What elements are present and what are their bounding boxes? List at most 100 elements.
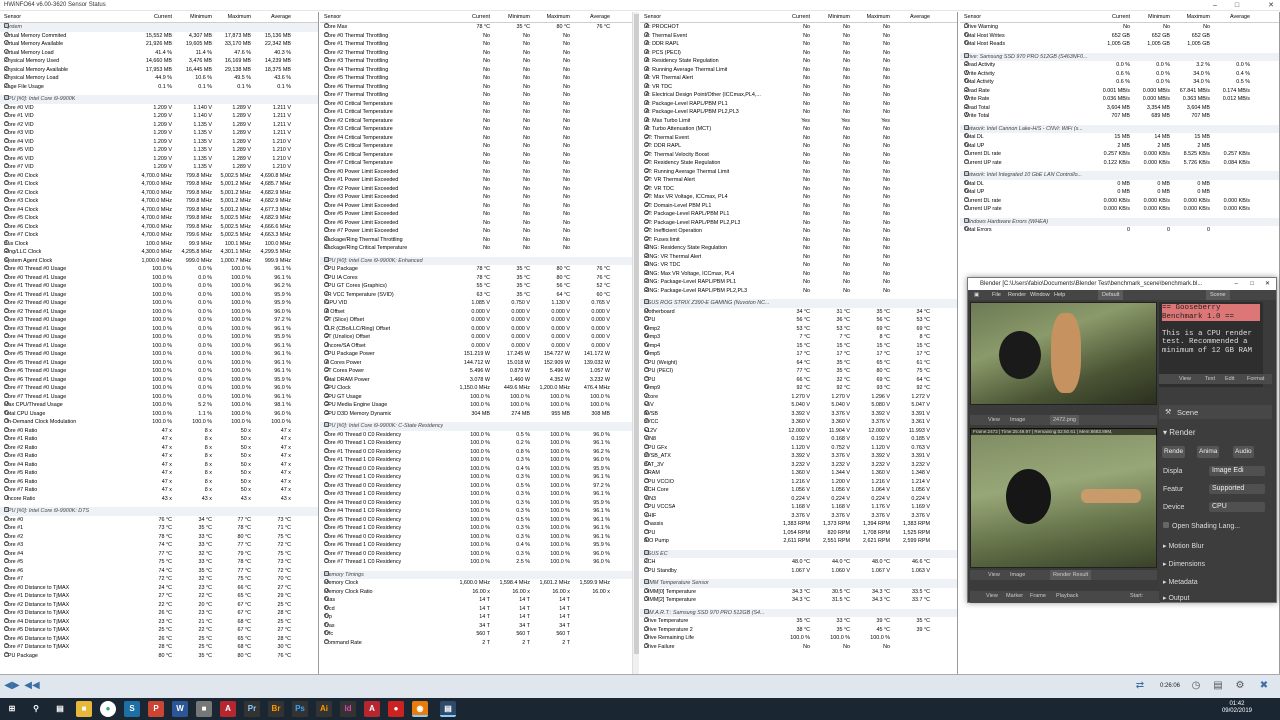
sensor-row[interactable]: Total CPU Usage 100.0 % 1.1 % 100.0 % 96.0 %: [0, 409, 318, 419]
sensor-row[interactable]: Trcd 14 T 14 T 14 T: [320, 604, 638, 614]
header-minimum[interactable]: Minimum: [810, 14, 850, 20]
sensor-row[interactable]: Core #7 Critical Temperature No No No: [320, 159, 638, 168]
sensor-row[interactable]: Core #0 Critical Temperature No No No: [320, 99, 638, 109]
sensor-row[interactable]: Core #3 Thermal Throttling No No No: [320, 57, 638, 66]
header-maximum[interactable]: Maximum: [1170, 14, 1210, 20]
sensor-row[interactable]: Core #4 Thread 0 C0 Residency 100.0 % 0.3 …: [320, 498, 638, 508]
header-average[interactable]: Average: [570, 14, 610, 20]
sensor-row[interactable]: Write Activity 0.6 % 0.0 % 34.0 % 0.4 %: [960, 69, 1279, 79]
header-maximum[interactable]: Maximum: [850, 14, 890, 20]
header-sensor[interactable]: Sensor: [324, 14, 341, 20]
sensor-row[interactable]: Uncore Ratio 43 x 43 x 43 x 43 x: [0, 494, 318, 504]
sensor-row[interactable]: Total DL 15 MB 14 MB 15 MB: [960, 133, 1279, 142]
sensor-group-header[interactable]: S.M.A.R.T.: Samsung SSD 970 PRO 512GB (S…: [640, 608, 957, 617]
header-current[interactable]: Current: [1090, 14, 1130, 20]
sensor-row[interactable]: Virtual Memory Commited 15,552 MB 4,307 MB…: [0, 31, 318, 41]
sensor-row[interactable]: Core #7 Clock 4,700.0 MHz 799.6 MHz 5,002.5…: [0, 231, 318, 240]
menu-file[interactable]: File: [992, 290, 1001, 300]
sensor-row[interactable]: Core #1 Critical Temperature No No No: [320, 108, 638, 117]
sensor-row[interactable]: GT: Thermal Event No No No: [640, 133, 957, 143]
sensor-row[interactable]: CPU 1,054 RPM 820 RPM 1,708 RPM 1,525 RPM: [640, 528, 957, 538]
sensor-row[interactable]: RING: Package-Level RAPL/PBM PL1 No No No: [640, 278, 957, 287]
blender-info-icon[interactable]: ▣: [974, 290, 979, 300]
sensor-row[interactable]: iGPU VID 1.085 V 0.750 V 1.130 V 0.765 V: [320, 299, 638, 308]
sensor-row[interactable]: Core #1 Distance to TjMAX 27 °C 22 °C 65 °C…: [0, 592, 318, 601]
sensor-row[interactable]: Core #3 Critical Temperature No No No: [320, 125, 638, 134]
sensor-row[interactable]: Drive Failure No No No: [640, 642, 957, 652]
indesign-icon[interactable]: Id: [340, 701, 356, 717]
sensor-row[interactable]: Current UP rate 0.000 KB/s 0.000 KB/s 0.000…: [960, 205, 1279, 214]
sensor-row[interactable]: Core #1 Thread 0 C0 Residency 100.0 % 0.8 …: [320, 447, 638, 457]
sensor-row[interactable]: Memory Clock Ratio 16.00 x 16.00 x 16.00 x1…: [320, 587, 638, 597]
sensor-row[interactable]: Core #1 Thread 1 C0 Residency 100.0 % 0.3 …: [320, 456, 638, 465]
column-header[interactable]: Sensor Current Minimum Maximum Average: [0, 12, 318, 23]
timeline-playback-menu[interactable]: Playback: [1056, 591, 1078, 601]
sensor-group-header[interactable]: Network: Intel Cannon Lake-H/S - CNVi: W…: [960, 124, 1279, 133]
sensor-row[interactable]: Core #5 Ratio 47 x8 x 50 x 47 x: [0, 469, 318, 478]
sensor-row[interactable]: Core #4 Thermal Throttling No No No: [320, 65, 638, 75]
sensor-group-header[interactable]: Windows Hardware Errors (WHEA): [960, 217, 1279, 226]
sensor-row[interactable]: Physical Memory Used 14,660 MB 3,476 MB 16,…: [0, 57, 318, 66]
column-header[interactable]: Sensor Current Minimum Maximum Average: [320, 12, 638, 23]
sensor-row[interactable]: Tras 34 T 34 T 34 T: [320, 621, 638, 631]
sensor-row[interactable]: Core #5 Clock 4,700.0 MHz 799.8 MHz 5,002.5…: [0, 214, 318, 223]
sensor-row[interactable]: CLR (CBo/LLC/Ring) Offset 0.000 V 0.000 V0…: [320, 324, 638, 334]
sensor-group-header[interactable]: ASUS EC: [640, 549, 957, 558]
sensor-row[interactable]: IA: VR Thermal Alert No No No: [640, 74, 957, 83]
search-icon[interactable]: ⚲: [28, 701, 44, 717]
header-maximum[interactable]: Maximum: [211, 14, 251, 20]
column-header[interactable]: Sensor Current Minimum Maximum Average: [640, 12, 957, 23]
sensor-row[interactable]: Trp 14 T 14 T 14 T: [320, 613, 638, 622]
sensor-row[interactable]: Core #5 Thread 1 C0 Residency 100.0 % 0.3 …: [320, 524, 638, 533]
sensor-row[interactable]: Total Errors 0 0 0: [960, 226, 1279, 235]
image-name-field[interactable]: 2472.png: [1050, 415, 1079, 425]
header-maximum[interactable]: Maximum: [530, 14, 570, 20]
device-select[interactable]: CPU: [1209, 502, 1265, 512]
header-average[interactable]: Average: [890, 14, 930, 20]
sensor-row[interactable]: Core #5 Thread #0 Usage 100.0 % 0.0 % 100.0…: [0, 350, 318, 359]
scrollbar-thumb[interactable]: [634, 14, 639, 654]
sensor-row[interactable]: IA: Package-Level RAPL/PBM PL1 No No No: [640, 99, 957, 109]
sensor-row[interactable]: GT: Running Average Thermal Limit No No No: [640, 167, 957, 177]
sensor-row[interactable]: RING: Package-Level RAPL/PBM PL2,PL3 No No…: [640, 286, 957, 296]
sensor-row[interactable]: IA: DDR RAPL No No No: [640, 40, 957, 49]
clock-icon[interactable]: ◷: [1188, 680, 1204, 692]
sensor-row[interactable]: Core #3 Distance to TjMAX 26 °C 23 °C 67 °C…: [0, 609, 318, 618]
sensor-row[interactable]: Total Host Writes 652 GB 652 GB 652 GB: [960, 31, 1279, 41]
sensor-row[interactable]: Core #6 Thread 1 C0 Residency 100.0 % 0.4 …: [320, 541, 638, 550]
sensor-row[interactable]: CPU Package Power 151.219 W 17.245 W 154.72…: [320, 350, 638, 359]
sensor-row[interactable]: Core #4 Critical Temperature No No No: [320, 133, 638, 143]
sensor-row[interactable]: DIMM[0] Temperature 34.3 °C 30.5 °C 34.3 °C…: [640, 587, 957, 597]
sensor-row[interactable]: IA: Residency State Regulation No No No: [640, 57, 957, 66]
sensor-row[interactable]: VR VCC Temperature (SVID) 63 °C 35 °C 64 °C…: [320, 290, 638, 300]
column-scrollbar[interactable]: [632, 12, 639, 674]
sensor-row[interactable]: CPU GT Cores (Graphics) 55 °C 35 °C 56 °C 52…: [320, 282, 638, 291]
sensor-group-header[interactable]: CPU [#0]: Intel Core i9-9900K: C-State R…: [320, 422, 638, 431]
sensor-row[interactable]: Core #4 Thread 1 C0 Residency 100.0 % 0.3 …: [320, 507, 638, 516]
sensor-row[interactable]: Core #6 Thermal Throttling No No No: [320, 82, 638, 92]
sensor-row[interactable]: IA: Max Turbo Limit Yes Yes Yes: [640, 116, 957, 126]
sensor-row[interactable]: Core #4 Distance to TjMAX 23 °C 21 °C 68 °C…: [0, 617, 318, 627]
sensor-row[interactable]: Core #6 VID 1.209 V 1.135 V 1.289 V 1.210 V: [0, 154, 318, 164]
sensor-row[interactable]: Core #7 Thread 1 C0 Residency 100.0 % 2.5 …: [320, 558, 638, 567]
sensor-row[interactable]: Current DL rate 0.257 KB/s 0.000 KB/s 8.525…: [960, 150, 1279, 159]
sensor-column-3[interactable]: Sensor Current Minimum Maximum Average IA: PR…: [640, 12, 958, 674]
sensor-row[interactable]: Core #7 Thread #1 Usage 100.0 % 0.0 % 100.0…: [0, 392, 318, 402]
scene-select[interactable]: Scene: [1206, 290, 1230, 300]
wrench-icon[interactable]: ⚒: [1165, 408, 1171, 416]
sensor-row[interactable]: Core #4 Clock 4,700.0 MHz 799.8 MHz 5,001.2…: [0, 205, 318, 215]
sensor-row[interactable]: Drive Temperature 2 38 °C 35 °C 45 °C 39 °C: [640, 625, 957, 635]
sensor-row[interactable]: Vcore 1.270 V 1.270 V 1.296 V 1.272 V: [640, 392, 957, 402]
sensor-row[interactable]: Core #1 VID 1.209 V 1.140 V 1.289 V 1.211 V: [0, 112, 318, 121]
sensor-row[interactable]: Core #0 Power Limit Exceeded No No No: [320, 167, 638, 177]
sensor-row[interactable]: VIN3 0.224 V 0.224 V 0.224 V 0.224 V: [640, 494, 957, 504]
sensor-row[interactable]: Core #0 Distance to TjMAX 24 °C 23 °C 66 °C…: [0, 583, 318, 593]
sensor-row[interactable]: 3VCC 3.360 V 3.360 V 3.376 V 3.361 V: [640, 418, 957, 427]
sensor-group-header[interactable]: DIMM Temperature Sensor: [640, 579, 957, 588]
sensor-group-header[interactable]: CPU [#0]: Intel Core i9-9900K: [0, 95, 318, 104]
sensor-row[interactable]: Core #0 Thread 0 C0 Residency 100.0 % 0.5 …: [320, 430, 638, 440]
sensor-row[interactable]: GT: Residency State Regulation No No No: [640, 159, 957, 168]
sensor-row[interactable]: Core #4 77 °C 32 °C 79 °C 75 °C: [0, 549, 318, 559]
sensor-row[interactable]: +5V 5.040 V 5.040 V 5.080 V 5.047 V: [640, 401, 957, 410]
sensor-row[interactable]: Core #2 Critical Temperature No No No: [320, 116, 638, 126]
